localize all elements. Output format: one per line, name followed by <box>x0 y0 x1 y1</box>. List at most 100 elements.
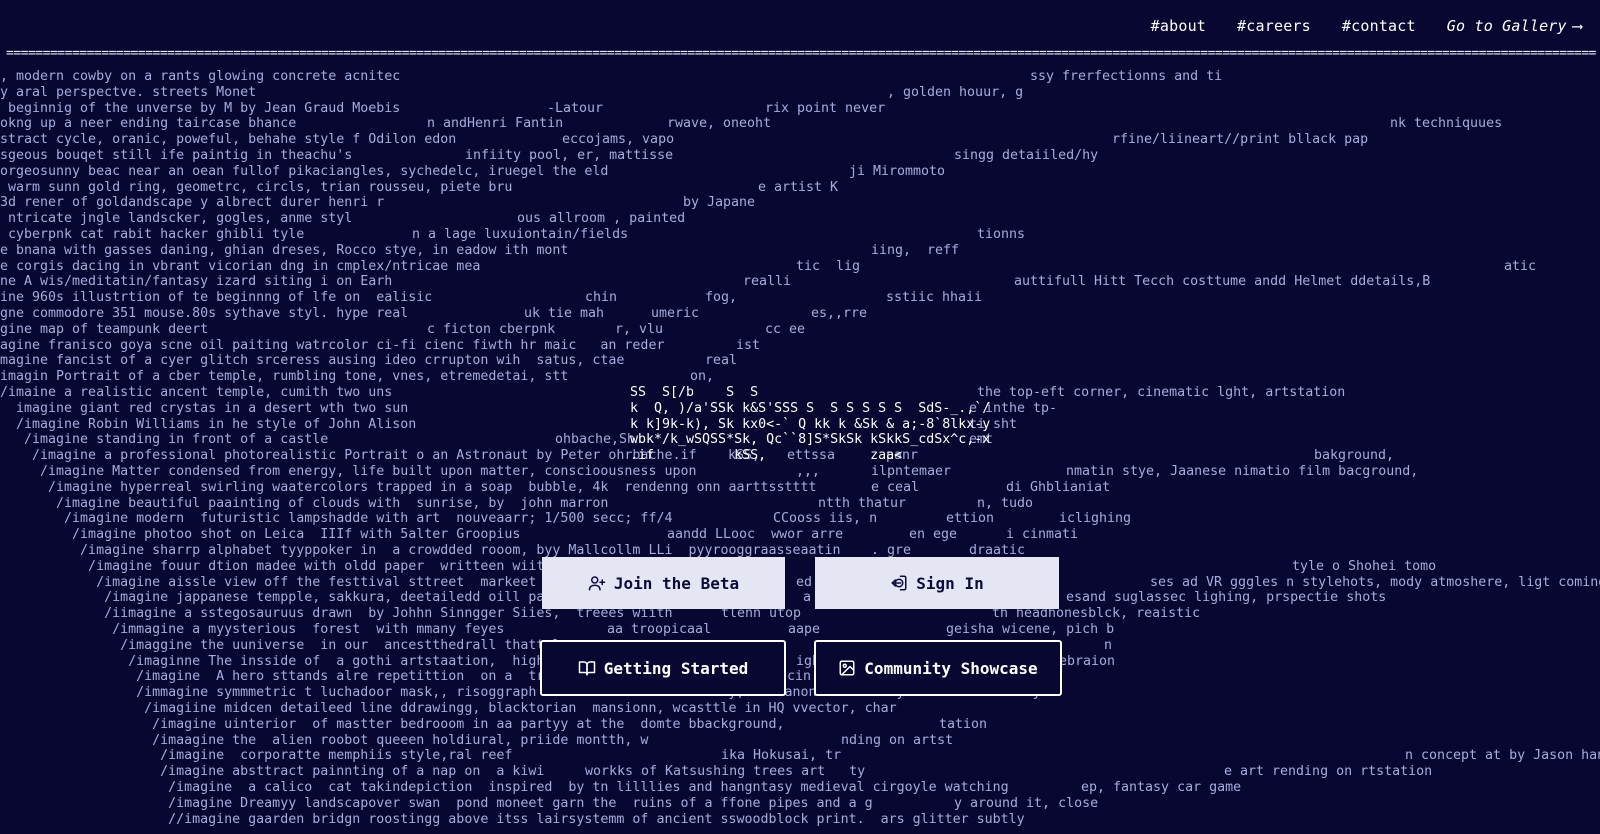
background-text-segment: 3d rener of goldandscape y albrect durer… <box>0 195 385 211</box>
background-text-segment: n concept at by Jason han <box>1405 748 1600 764</box>
background-text-segment: realli <box>743 274 792 290</box>
background-text-segment: /imagine Robin Williams in he style of J… <box>0 416 417 432</box>
background-text-segment: r, vlu <box>615 321 664 337</box>
background-text-segment: nk techniquues <box>1390 116 1503 132</box>
background-text-segment: real <box>705 353 738 369</box>
background-text-line: ine 960s illustrtion of te beginnng of l… <box>0 290 1600 306</box>
community-showcase-button[interactable]: Community Showcase <box>814 640 1062 696</box>
background-text-segment: iclighing <box>1059 511 1132 527</box>
background-text-segment: fog, <box>705 290 738 306</box>
background-text-line: //imagine gaarden bridgn roostingg above… <box>0 812 1600 828</box>
background-text-segment: ika Hokusai, tr <box>721 748 842 764</box>
divider-rule: ========================================… <box>6 47 1596 61</box>
background-text-segment: ep, fantasy car game <box>1081 780 1242 795</box>
background-text-segment: atic <box>1504 258 1537 274</box>
background-text-segment: eccojams, vapo <box>562 132 675 148</box>
background-text-segment: gine map of teampunk deert <box>0 321 209 337</box>
login-icon <box>890 574 908 592</box>
background-text-segment: n <box>1104 637 1113 653</box>
background-text-segment: -Latour <box>547 100 604 116</box>
background-text-segment: stract cycle, oranic, poweful, behahe st… <box>0 132 457 148</box>
background-text-segment: chin <box>585 290 618 306</box>
background-text-line: /imagine fouur dtion madee with oldd pap… <box>0 559 1600 575</box>
background-text-line: 3d rener of goldandscape y albrect durer… <box>0 195 1600 211</box>
sign-in-button[interactable]: Sign In <box>815 557 1059 609</box>
background-text-segment: ntricate jngle landscker, gogles, anme s… <box>0 211 353 227</box>
background-text-line: okng up a neer ending taircase bhance n a… <box>0 116 1600 132</box>
background-text-segment: aape <box>788 622 821 637</box>
getting-started-label: Getting Started <box>603 658 749 678</box>
background-text-segment: imagin Portrait of a cber temple, rumbli… <box>0 369 569 385</box>
nav-contact-link[interactable]: #contact <box>1342 17 1416 35</box>
background-text-segment: workks of Katsushing trees art ty <box>585 764 866 780</box>
background-text-segment: beginnig of the unverse by M by Jean Gra… <box>0 100 401 116</box>
background-text-segment: imagine giant red crystas in a desert wt… <box>0 400 409 416</box>
background-text-segment: nmatin stye, Jaanese nimatio film bacgro… <box>1066 464 1419 479</box>
background-text-segment: /imagine corporatte memphiis style,ral r… <box>0 748 513 764</box>
background-text-segment: , modern cowby on a rants glowing concre… <box>0 69 401 84</box>
background-text-segment: agine franisco goya scne oil paiting wat… <box>0 337 665 353</box>
background-text-segment: ses ad VR gggles n stylehots, mody atmos… <box>1150 574 1600 590</box>
background-text-segment: sstiic hhaii <box>886 290 983 306</box>
background-text-segment: auttifull Hitt Tecch costtume andd Helme… <box>1014 274 1431 290</box>
background-text-line: /imagine modern futuristic lampshadde wi… <box>0 511 1600 527</box>
background-text-segment: magine fancist of a cyer glitch srceress… <box>0 353 625 369</box>
background-text-segment: uk tie mah <box>524 306 605 321</box>
background-text-segment: i cinmati <box>1006 527 1079 543</box>
background-text-line: /imagine photoo shot on Leica IIIf with … <box>0 527 1600 543</box>
background-text-segment: en ege <box>909 527 958 543</box>
background-text-segment: okng up a neer ending taircase bhance <box>0 116 297 132</box>
background-text-line: e bnana with gasses daning, ghian dreses… <box>0 243 1600 259</box>
background-text-segment: n andHenri Fantin <box>427 116 564 132</box>
nav-about-link[interactable]: #about <box>1151 17 1206 35</box>
background-text-segment: ine 960s illustrtion of te beginnng of l… <box>0 290 433 306</box>
background-text-line: e corgis dacing in vbrant vicorian dng i… <box>0 259 1600 275</box>
background-text-line: /imaggine the uuniverse in our ancestthe… <box>0 638 1600 654</box>
background-text-segment: cin <box>787 669 812 685</box>
sign-in-label: Sign In <box>916 573 984 593</box>
nav-careers-link[interactable]: #careers <box>1237 17 1311 35</box>
nav-gallery-link[interactable]: Go to Gallery ⟶ <box>1447 17 1582 35</box>
background-text-line: /imagine Dreamyy landscapover swan pond … <box>0 796 1600 812</box>
background-text-line: /imagine aissle view off the festtival s… <box>0 575 1600 591</box>
background-text-line: /iimagine a sstegosauruus drawn by Johhn… <box>0 606 1600 622</box>
background-text-segment: e corgis dacing in vbrant vicorian dng i… <box>0 258 481 274</box>
join-beta-label: Join the Beta <box>613 573 740 593</box>
background-text-segment: n a lage luxuiontain/fields <box>412 227 629 242</box>
background-text-segment: /imagine absttract painnting of a nap on… <box>0 764 545 780</box>
ascii-art-logo: SS S[/b S S k Q, )/a'SSk k&S'SSS S S S S… <box>630 385 991 464</box>
background-text-segment: ist <box>736 337 761 353</box>
background-text-segment: infiity pool, er, mattisse <box>465 148 674 163</box>
background-text-line: gne commodore 351 mouse.80s sythave styl… <box>0 306 1600 322</box>
background-text-line: /imagiine midcen detaileed line ddrawing… <box>0 701 1600 717</box>
background-text-segment: by Japane <box>683 195 756 211</box>
background-text-segment: rwave, oneoht <box>667 116 772 132</box>
getting-started-button[interactable]: Getting Started <box>540 640 786 696</box>
background-text-segment: c ficton cberpnk <box>427 321 556 337</box>
background-text-segment: /imaagine the alien roobot queeen holdiu… <box>0 732 649 748</box>
background-text-line: agine franisco goya scne oil paiting wat… <box>0 338 1600 354</box>
background-text-segment: /imagine photoo shot on Leica IIIf with … <box>0 527 521 543</box>
background-text-line: /imagine a calico cat takindepiction ins… <box>0 780 1600 796</box>
background-text-segment: cyberpnk cat rabit hacker ghibli tyle <box>0 227 305 242</box>
background-text-line: stract cycle, oranic, poweful, behahe st… <box>0 132 1600 148</box>
book-open-icon <box>578 659 596 677</box>
background-text-line: /immagine a myysterious forest with mman… <box>0 622 1600 638</box>
background-text-segment: CCooss iis, n <box>773 511 878 527</box>
landing-page: #about #careers #contact Go to Gallery ⟶ … <box>0 0 1600 834</box>
join-beta-button[interactable]: Join the Beta <box>542 557 785 609</box>
background-text-segment: /imaggine the uuniverse in our ancestthe… <box>0 637 577 653</box>
background-text-segment: e ceal <box>871 479 920 495</box>
background-text-segment: /imagine standing in front of a castle <box>0 432 329 448</box>
background-text-segment: tyle o Shohei tomo <box>1292 558 1437 574</box>
background-text-segment: aandd LLooc wwor arre <box>667 527 844 543</box>
background-text-segment: y aral perspectve. streets Monet <box>0 84 257 100</box>
background-text-segment: /imagine beautiful paainting of clouds w… <box>0 495 609 511</box>
background-text-segment: umeric <box>651 306 700 321</box>
background-text-segment: e bnana with gasses daning, ghian dreses… <box>0 242 569 258</box>
background-text-segment: //imagine gaarden bridgn roostingg above… <box>0 811 1025 827</box>
top-nav: #about #careers #contact Go to Gallery ⟶ <box>0 0 1600 52</box>
background-text-segment: /imagine Dreamyy landscapover swan pond … <box>0 795 873 811</box>
background-text-segment: /imaine a realistic ancent temple, cumit… <box>0 385 393 400</box>
background-text-segment: the top-eft corner, cinematic lght, arts… <box>977 385 1346 400</box>
